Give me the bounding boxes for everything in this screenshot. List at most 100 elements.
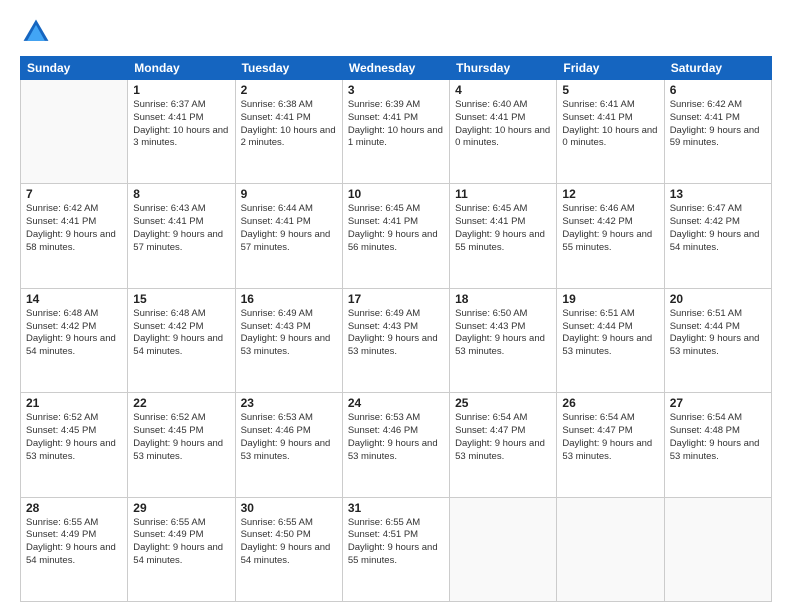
day-number: 25 bbox=[455, 396, 551, 410]
logo-icon bbox=[20, 16, 52, 48]
day-detail: Sunrise: 6:50 AMSunset: 4:43 PMDaylight:… bbox=[455, 308, 551, 359]
day-detail: Sunrise: 6:39 AMSunset: 4:41 PMDaylight:… bbox=[348, 99, 444, 150]
table-row: 1 Sunrise: 6:37 AMSunset: 4:41 PMDaylight… bbox=[128, 80, 235, 184]
day-detail: Sunrise: 6:55 AMSunset: 4:51 PMDaylight:… bbox=[348, 517, 444, 568]
day-number: 21 bbox=[26, 396, 122, 410]
weekday-header: Tuesday bbox=[235, 57, 342, 80]
day-detail: Sunrise: 6:44 AMSunset: 4:41 PMDaylight:… bbox=[241, 203, 337, 254]
table-row: 6 Sunrise: 6:42 AMSunset: 4:41 PMDaylight… bbox=[664, 80, 771, 184]
weekday-header: Friday bbox=[557, 57, 664, 80]
day-number: 10 bbox=[348, 187, 444, 201]
table-row: 23 Sunrise: 6:53 AMSunset: 4:46 PMDayligh… bbox=[235, 393, 342, 497]
day-number: 9 bbox=[241, 187, 337, 201]
calendar-week-row: 28Sunrise: 6:55 AMSunset: 4:49 PMDayligh… bbox=[21, 497, 772, 601]
day-detail: Sunrise: 6:48 AMSunset: 4:42 PMDaylight:… bbox=[26, 308, 122, 359]
day-number: 28 bbox=[26, 501, 122, 515]
weekday-header: Wednesday bbox=[342, 57, 449, 80]
day-number: 12 bbox=[562, 187, 658, 201]
day-detail: Sunrise: 6:37 AMSunset: 4:41 PMDaylight:… bbox=[133, 99, 229, 150]
day-detail: Sunrise: 6:47 AMSunset: 4:42 PMDaylight:… bbox=[670, 203, 766, 254]
table-row: 19 Sunrise: 6:51 AMSunset: 4:44 PMDayligh… bbox=[557, 288, 664, 392]
table-row: 22 Sunrise: 6:52 AMSunset: 4:45 PMDayligh… bbox=[128, 393, 235, 497]
table-row: 31 Sunrise: 6:55 AMSunset: 4:51 PMDayligh… bbox=[342, 497, 449, 601]
table-row bbox=[664, 497, 771, 601]
table-row: 16 Sunrise: 6:49 AMSunset: 4:43 PMDayligh… bbox=[235, 288, 342, 392]
day-number: 26 bbox=[562, 396, 658, 410]
table-row bbox=[21, 80, 128, 184]
day-number: 14 bbox=[26, 292, 122, 306]
day-detail: Sunrise: 6:42 AMSunset: 4:41 PMDaylight:… bbox=[26, 203, 122, 254]
weekday-header: Monday bbox=[128, 57, 235, 80]
day-number: 17 bbox=[348, 292, 444, 306]
table-row: 11Sunrise: 6:45 AMSunset: 4:41 PMDayligh… bbox=[450, 184, 557, 288]
day-detail: Sunrise: 6:52 AMSunset: 4:45 PMDaylight:… bbox=[26, 412, 122, 463]
header bbox=[20, 16, 772, 48]
day-detail: Sunrise: 6:49 AMSunset: 4:43 PMDaylight:… bbox=[241, 308, 337, 359]
table-row: 10 Sunrise: 6:45 AMSunset: 4:41 PMDayligh… bbox=[342, 184, 449, 288]
day-number: 23 bbox=[241, 396, 337, 410]
day-number: 18 bbox=[455, 292, 551, 306]
day-detail: Sunrise: 6:54 AMSunset: 4:48 PMDaylight:… bbox=[670, 412, 766, 463]
day-number: 30 bbox=[241, 501, 337, 515]
calendar-body: 1 Sunrise: 6:37 AMSunset: 4:41 PMDaylight… bbox=[21, 80, 772, 602]
day-number: 31 bbox=[348, 501, 444, 515]
table-row: 18 Sunrise: 6:50 AMSunset: 4:43 PMDayligh… bbox=[450, 288, 557, 392]
calendar: SundayMondayTuesdayWednesdayThursdayFrid… bbox=[20, 56, 772, 602]
day-detail: Sunrise: 6:41 AMSunset: 4:41 PMDaylight:… bbox=[562, 99, 658, 150]
day-number: 7 bbox=[26, 187, 122, 201]
table-row: 27 Sunrise: 6:54 AMSunset: 4:48 PMDayligh… bbox=[664, 393, 771, 497]
day-number: 24 bbox=[348, 396, 444, 410]
day-number: 5 bbox=[562, 83, 658, 97]
day-detail: Sunrise: 6:55 AMSunset: 4:50 PMDaylight:… bbox=[241, 517, 337, 568]
table-row: 7 Sunrise: 6:42 AMSunset: 4:41 PMDaylight… bbox=[21, 184, 128, 288]
day-detail: Sunrise: 6:46 AMSunset: 4:42 PMDaylight:… bbox=[562, 203, 658, 254]
day-detail: Sunrise: 6:53 AMSunset: 4:46 PMDaylight:… bbox=[241, 412, 337, 463]
calendar-week-row: 7 Sunrise: 6:42 AMSunset: 4:41 PMDaylight… bbox=[21, 184, 772, 288]
day-number: 29 bbox=[133, 501, 229, 515]
calendar-week-row: 14 Sunrise: 6:48 AMSunset: 4:42 PMDayligh… bbox=[21, 288, 772, 392]
weekday-header: Sunday bbox=[21, 57, 128, 80]
day-number: 13 bbox=[670, 187, 766, 201]
day-detail: Sunrise: 6:51 AMSunset: 4:44 PMDaylight:… bbox=[562, 308, 658, 359]
day-detail: Sunrise: 6:43 AMSunset: 4:41 PMDaylight:… bbox=[133, 203, 229, 254]
weekday-header: Saturday bbox=[664, 57, 771, 80]
table-row: 5 Sunrise: 6:41 AMSunset: 4:41 PMDaylight… bbox=[557, 80, 664, 184]
table-row: 4 Sunrise: 6:40 AMSunset: 4:41 PMDaylight… bbox=[450, 80, 557, 184]
day-number: 1 bbox=[133, 83, 229, 97]
weekday-row: SundayMondayTuesdayWednesdayThursdayFrid… bbox=[21, 57, 772, 80]
day-number: 8 bbox=[133, 187, 229, 201]
day-detail: Sunrise: 6:45 AMSunset: 4:41 PMDaylight:… bbox=[348, 203, 444, 254]
day-number: 19 bbox=[562, 292, 658, 306]
day-detail: Sunrise: 6:52 AMSunset: 4:45 PMDaylight:… bbox=[133, 412, 229, 463]
calendar-week-row: 21 Sunrise: 6:52 AMSunset: 4:45 PMDayligh… bbox=[21, 393, 772, 497]
table-row: 17Sunrise: 6:49 AMSunset: 4:43 PMDayligh… bbox=[342, 288, 449, 392]
day-detail: Sunrise: 6:42 AMSunset: 4:41 PMDaylight:… bbox=[670, 99, 766, 150]
day-detail: Sunrise: 6:48 AMSunset: 4:42 PMDaylight:… bbox=[133, 308, 229, 359]
table-row: 13 Sunrise: 6:47 AMSunset: 4:42 PMDayligh… bbox=[664, 184, 771, 288]
table-row: 8 Sunrise: 6:43 AMSunset: 4:41 PMDaylight… bbox=[128, 184, 235, 288]
day-number: 6 bbox=[670, 83, 766, 97]
day-detail: Sunrise: 6:51 AMSunset: 4:44 PMDaylight:… bbox=[670, 308, 766, 359]
day-detail: Sunrise: 6:40 AMSunset: 4:41 PMDaylight:… bbox=[455, 99, 551, 150]
table-row: 20Sunrise: 6:51 AMSunset: 4:44 PMDayligh… bbox=[664, 288, 771, 392]
calendar-header: SundayMondayTuesdayWednesdayThursdayFrid… bbox=[21, 57, 772, 80]
day-number: 16 bbox=[241, 292, 337, 306]
table-row: 30 Sunrise: 6:55 AMSunset: 4:50 PMDayligh… bbox=[235, 497, 342, 601]
day-detail: Sunrise: 6:38 AMSunset: 4:41 PMDaylight:… bbox=[241, 99, 337, 150]
calendar-week-row: 1 Sunrise: 6:37 AMSunset: 4:41 PMDaylight… bbox=[21, 80, 772, 184]
table-row: 29Sunrise: 6:55 AMSunset: 4:49 PMDayligh… bbox=[128, 497, 235, 601]
day-number: 4 bbox=[455, 83, 551, 97]
table-row: 15Sunrise: 6:48 AMSunset: 4:42 PMDayligh… bbox=[128, 288, 235, 392]
table-row: 25 Sunrise: 6:54 AMSunset: 4:47 PMDayligh… bbox=[450, 393, 557, 497]
page: SundayMondayTuesdayWednesdayThursdayFrid… bbox=[0, 0, 792, 612]
weekday-header: Thursday bbox=[450, 57, 557, 80]
table-row: 3 Sunrise: 6:39 AMSunset: 4:41 PMDaylight… bbox=[342, 80, 449, 184]
day-number: 22 bbox=[133, 396, 229, 410]
day-detail: Sunrise: 6:53 AMSunset: 4:46 PMDaylight:… bbox=[348, 412, 444, 463]
day-number: 27 bbox=[670, 396, 766, 410]
day-number: 3 bbox=[348, 83, 444, 97]
table-row: 24 Sunrise: 6:53 AMSunset: 4:46 PMDayligh… bbox=[342, 393, 449, 497]
day-detail: Sunrise: 6:54 AMSunset: 4:47 PMDaylight:… bbox=[455, 412, 551, 463]
table-row: 14 Sunrise: 6:48 AMSunset: 4:42 PMDayligh… bbox=[21, 288, 128, 392]
table-row: 26Sunrise: 6:54 AMSunset: 4:47 PMDayligh… bbox=[557, 393, 664, 497]
